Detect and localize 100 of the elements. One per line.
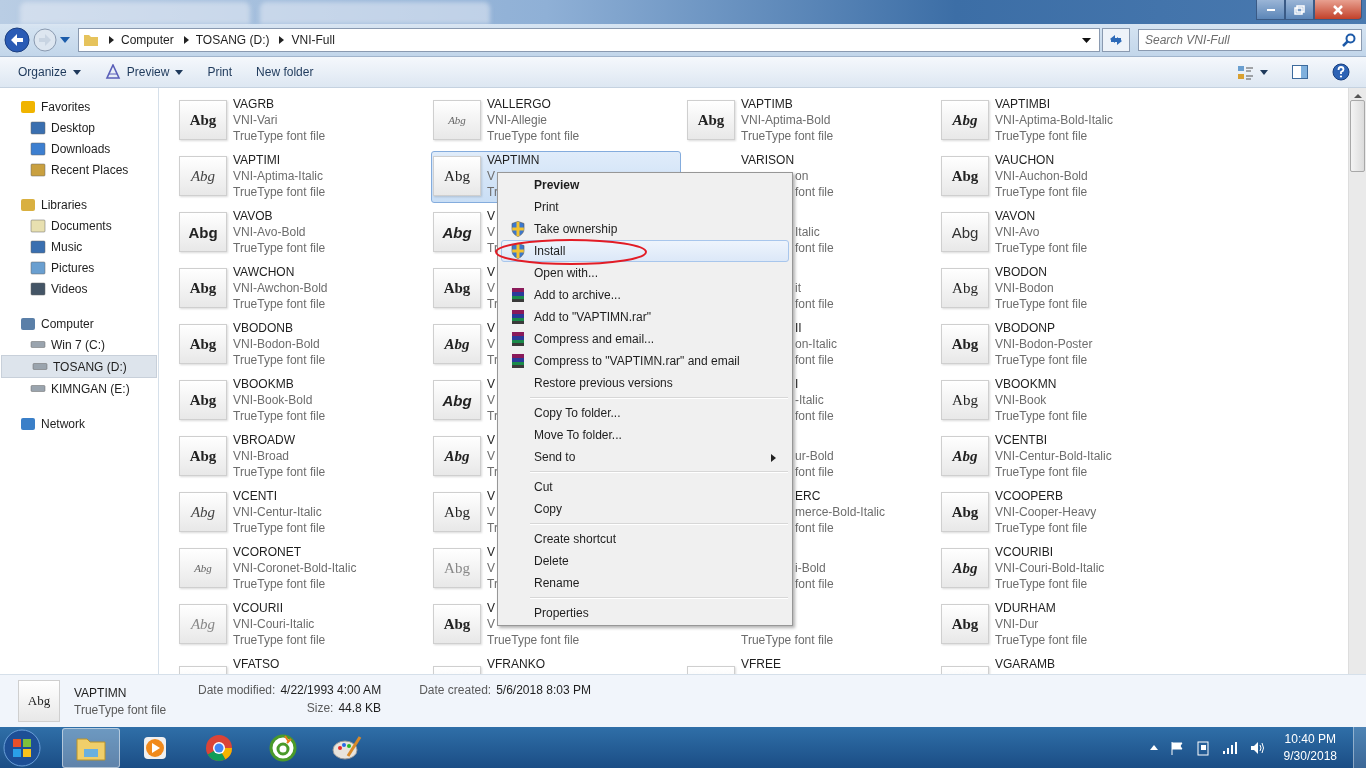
font-file-icon: Abg [179,268,227,308]
file-type: TrueType font file [233,633,326,647]
file-type: TrueType font file [995,577,1088,591]
file-name: V [487,545,495,559]
file-name: VCOOPERB [995,489,1063,503]
file-name: VAGRB [233,97,275,111]
font-name: VNI-Aptima-Bold [741,113,831,127]
font-name: Italic [795,225,820,239]
file-name: VALLERGO [487,97,551,111]
file-name: VBROADW [233,433,295,447]
font-name: VNI-Bodon [995,281,1054,295]
file-name: VARISON [741,153,795,167]
font-name: VNI-Broad [233,449,290,463]
font-name: V [487,337,495,351]
file-type: Tr [487,353,498,367]
file-name: VBODON [995,265,1047,279]
field-label: Size: [306,701,334,717]
file-type: TrueType font file [995,633,1088,647]
file-type: font file [795,241,834,255]
font-file-icon: Abg [179,324,227,364]
font-file-icon: Abg [941,156,989,196]
font-name: VNI-Centur-Bold-Italic [995,449,1112,463]
font-name: VNI-Avo-Bold [233,225,306,239]
font-file-icon: Abg [941,436,989,476]
file-name: I [795,377,799,391]
font-name: VNI-Aptima-Italic [233,169,324,183]
font-file-icon: Abg [18,680,60,722]
file-name: V [487,209,495,223]
file-type: TrueType font file [995,129,1088,143]
file-type: Tr [487,297,498,311]
font-file-icon: Abg [941,380,989,420]
font-name: VNI-Aptima-Bold-Italic [995,113,1114,127]
file-name: VAPTIMN [487,153,540,167]
font-name: VNI-Dur [995,617,1039,631]
font-name: VNI-Couri-Italic [233,617,315,631]
font-name: V [487,393,495,407]
font-file-icon: Abg [941,268,989,308]
file-type: font file [795,409,834,423]
file-name: VBODONB [233,321,293,335]
file-name: VCENTI [233,489,277,503]
file-name: V [487,601,495,615]
file-name: V [487,489,495,503]
file-name: VAWCHON [233,265,295,279]
file-type: Tr [487,185,498,199]
file-name: VFATSO [233,657,280,671]
font-file-icon: Abg [433,156,481,196]
font-name: VNI-Auchon-Bold [995,169,1088,183]
font-name: -Italic [795,393,824,407]
font-file-icon: Abg [941,548,989,588]
file-name: VAPTIMB [741,97,793,111]
font-name: V [487,449,495,463]
file-name: VCENTBI [995,433,1047,447]
font-name: on-Italic [795,337,838,351]
field-label: Date modified: [198,683,276,699]
file-name: VCOURIBI [995,545,1053,559]
font-file-icon: Abg [433,212,481,252]
font-file-icon: Abg [687,100,735,140]
file-type: TrueType font file [487,129,580,143]
file-type: TrueType font file [233,409,326,423]
font-name: V [487,617,495,631]
file-name: VAVOB [233,209,273,223]
file-type: TrueType font file [233,521,326,535]
font-file-icon: Abg [179,100,227,140]
file-name: VCORONET [233,545,301,559]
font-name: on [795,169,809,183]
file-type: font file [795,297,834,311]
font-name: VNI-Coronet-Bold-Italic [233,561,357,575]
font-name: VNI-Centur-Italic [233,505,322,519]
font-name: VNI-Cooper-Heavy [995,505,1097,519]
field-value: 44.8 KB [338,701,382,717]
file-type: TrueType font file [741,129,834,143]
file-type: TrueType font file [487,633,580,647]
file-type: TrueType font file [995,409,1088,423]
file-type: Tr [487,521,498,535]
font-file-icon: Abg [941,604,989,644]
font-file-icon: Abg [179,548,227,588]
font-file-icon: Abg [941,100,989,140]
file-name: VAUCHON [995,153,1055,167]
font-file-icon: Abg [941,324,989,364]
file-type: TrueType font file [995,297,1088,311]
font-file-icon: Abg [941,492,989,532]
font-file-icon: Abg [433,268,481,308]
file-type: TrueType font file [233,577,326,591]
font-name: it [795,281,801,295]
file-type: TrueType font file [233,185,326,199]
file-type: font file [795,577,834,591]
file-name: V [487,265,495,279]
font-name: VNI-Awchon-Bold [233,281,328,295]
file-type: TrueType font file [233,465,326,479]
file-type: Tr [487,577,498,591]
file-name: VAVON [995,209,1036,223]
font-name: VNI-Couri-Bold-Italic [995,561,1105,575]
file-type: TrueType font file [233,129,326,143]
file-name: II [795,321,802,335]
file-type: TrueType font file [741,633,834,647]
file-type: TrueType font file [233,297,326,311]
file-type: Tr [487,465,498,479]
font-name: VNI-Bodon-Bold [233,337,320,351]
font-name: V [487,169,495,183]
file-name: VFREE [741,657,781,671]
